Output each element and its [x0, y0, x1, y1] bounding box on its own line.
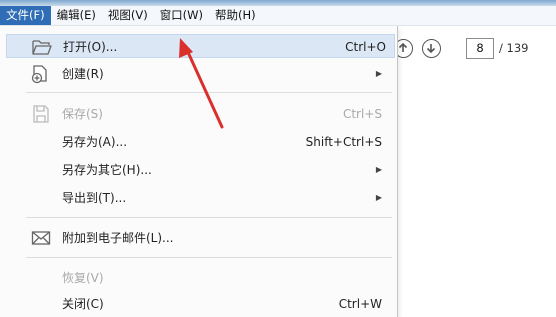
menu-item-create[interactable]: 创建(R) ▶ — [0, 62, 396, 86]
menu-item-save-as-other[interactable]: 另存为其它(H)... ▶ — [0, 158, 396, 182]
file-menu-dropdown: 打开(O)... Ctrl+O 创建(R) ▶ 保存(S) Ctrl+S 另存为… — [0, 26, 398, 317]
submenu-arrow-icon: ▶ — [375, 165, 382, 174]
menu-bar: 文件(F) 编辑(E) 视图(V) 窗口(W) 帮助(H) — [0, 6, 556, 26]
menu-item-save: 保存(S) Ctrl+S — [0, 102, 396, 126]
create-document-icon — [30, 64, 52, 84]
menu-item-save-as-shortcut: Shift+Ctrl+S — [305, 135, 382, 149]
menu-item-export-to[interactable]: 导出到(T)... ▶ — [0, 186, 396, 210]
menu-item-close-shortcut: Ctrl+W — [338, 297, 382, 311]
page-navigation-toolbar: 8 / 139 — [394, 26, 556, 70]
menu-item-open-label: 打开(O)... — [63, 40, 118, 54]
arrow-down-circle-icon[interactable] — [422, 39, 441, 58]
menu-item-attach-email[interactable]: 附加到电子邮件(L)... — [0, 226, 396, 250]
menu-help[interactable]: 帮助(H) — [209, 6, 262, 25]
menu-item-save-label: 保存(S) — [62, 107, 103, 121]
menu-file[interactable]: 文件(F) — [0, 6, 51, 25]
menu-separator — [26, 217, 392, 218]
menu-item-revert: 恢复(V) — [0, 266, 396, 290]
page-total-label: / 139 — [499, 41, 529, 55]
menu-item-revert-label: 恢复(V) — [62, 271, 104, 285]
menu-item-save-as[interactable]: 另存为(A)... Shift+Ctrl+S — [0, 130, 396, 154]
menu-edit[interactable]: 编辑(E) — [51, 6, 102, 25]
menu-separator — [26, 257, 392, 258]
menu-item-open-shortcut: Ctrl+O — [345, 40, 386, 54]
submenu-arrow-icon: ▶ — [375, 193, 382, 202]
menu-item-close-label: 关闭(C) — [62, 297, 104, 311]
envelope-icon — [30, 228, 52, 248]
folder-open-icon — [31, 37, 53, 57]
menu-item-attach-email-label: 附加到电子邮件(L)... — [62, 231, 174, 245]
menu-separator — [26, 92, 392, 93]
page-number-input[interactable]: 8 — [466, 38, 494, 59]
save-icon — [30, 104, 52, 124]
menu-item-create-label: 创建(R) — [62, 67, 104, 81]
menu-item-export-to-label: 导出到(T)... — [62, 191, 127, 205]
submenu-arrow-icon: ▶ — [375, 69, 382, 78]
menu-item-save-as-label: 另存为(A)... — [62, 135, 128, 149]
menu-item-close[interactable]: 关闭(C) Ctrl+W — [0, 292, 396, 316]
menu-window[interactable]: 窗口(W) — [154, 6, 209, 25]
menu-view[interactable]: 视图(V) — [102, 6, 154, 25]
menu-item-save-as-other-label: 另存为其它(H)... — [62, 163, 152, 177]
menu-item-save-shortcut: Ctrl+S — [342, 107, 382, 121]
menu-item-open[interactable]: 打开(O)... Ctrl+O — [6, 34, 395, 58]
